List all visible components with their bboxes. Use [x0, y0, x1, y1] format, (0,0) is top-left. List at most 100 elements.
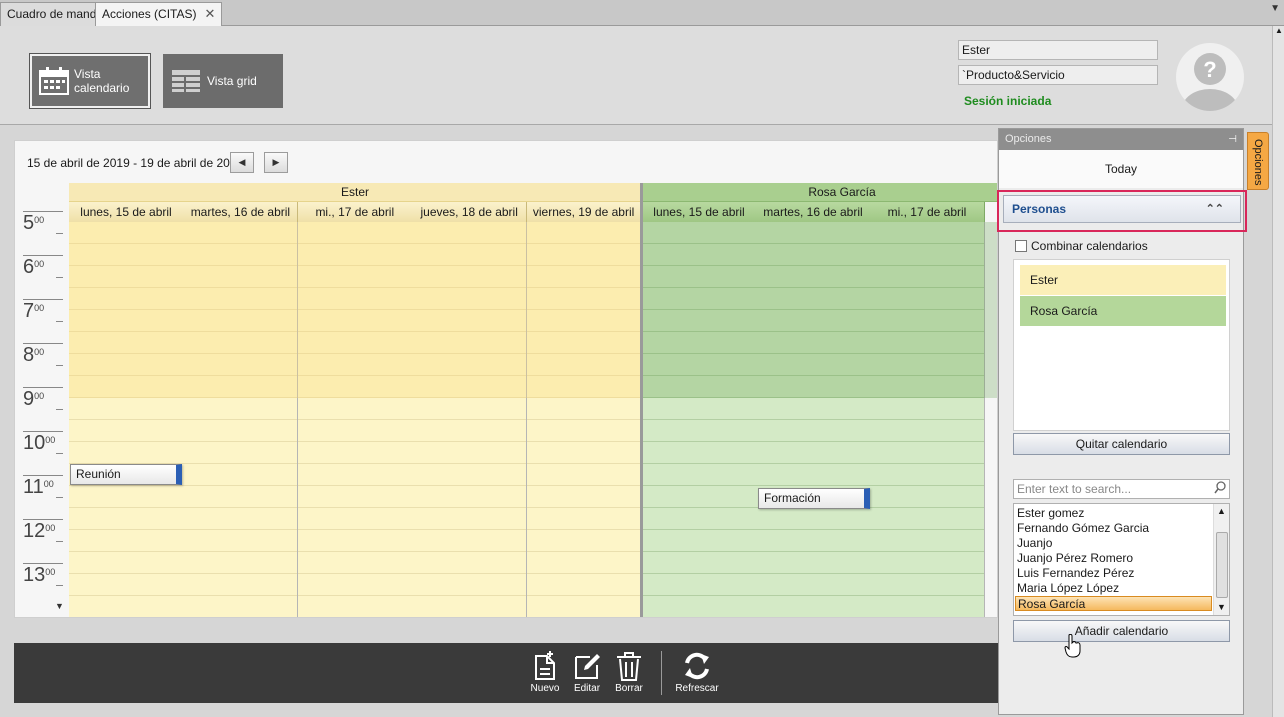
- day-header: martes, 16 de abril: [183, 202, 299, 222]
- hour-label: 500: [23, 211, 63, 235]
- appointment[interactable]: Formación: [758, 488, 870, 509]
- tab-acciones-citas[interactable]: Acciones (CITAS) ✕: [95, 2, 223, 27]
- window-scrollbar[interactable]: ▲: [1272, 26, 1284, 717]
- options-side-tab[interactable]: Opciones: [1247, 132, 1269, 190]
- remove-calendar-button[interactable]: Quitar calendario: [1013, 433, 1230, 455]
- edit-label: Editar: [573, 683, 601, 694]
- delete-button[interactable]: Borrar: [607, 649, 651, 694]
- edit-icon: [565, 649, 609, 683]
- day-column[interactable]: [642, 222, 757, 617]
- session-status: Sesión iniciada: [964, 94, 1052, 108]
- day-header: viernes, 19 de abril: [526, 202, 642, 222]
- calendar-icon: [38, 66, 70, 96]
- search-icon[interactable]: [1214, 481, 1226, 500]
- half-hour-tick: [56, 365, 63, 366]
- collapse-icon[interactable]: ⌃⌃: [1206, 196, 1224, 222]
- scheduler-grid[interactable]: Ester Rosa García lunes, 15 de abril mart…: [69, 183, 997, 617]
- product-service-field[interactable]: `Producto&Servicio: [958, 65, 1158, 85]
- grid-view-button[interactable]: Vista grid: [163, 54, 283, 108]
- people-list-scrollbar[interactable]: ▲ ▼: [1213, 504, 1229, 615]
- person-list-item[interactable]: Maria López López: [1017, 581, 1214, 596]
- minute-value: 00: [45, 567, 56, 577]
- minute-value: 00: [43, 479, 54, 489]
- calendar-item-rosa-garcia[interactable]: Rosa García: [1020, 296, 1226, 326]
- refresh-icon: [675, 649, 719, 683]
- person-list-item[interactable]: Fernando Gómez Garcia: [1017, 521, 1214, 536]
- hour-label: 1300: [23, 563, 63, 587]
- toolbar-separator: [661, 651, 662, 695]
- hour-value: 8: [23, 344, 35, 366]
- pin-icon[interactable]: ⊣: [1228, 129, 1237, 150]
- day-column[interactable]: [69, 222, 184, 617]
- person-list-item[interactable]: Luis Fernandez Pérez: [1017, 566, 1214, 581]
- hour-value: 10: [23, 432, 46, 454]
- calendar-view-button[interactable]: Vista calendario: [29, 53, 151, 109]
- user-field[interactable]: Ester: [958, 40, 1158, 60]
- next-period-button[interactable]: ▶: [264, 152, 288, 173]
- day-header: lunes, 15 de abril: [642, 202, 757, 222]
- resource-header-rosa-garcia: Rosa García: [642, 183, 997, 202]
- hour-value: 5: [23, 212, 35, 234]
- calendar-item-label: Rosa García: [1030, 304, 1098, 318]
- edit-button[interactable]: Editar: [565, 649, 609, 694]
- people-list[interactable]: ▲ ▼ Ester gomez Fernando Gómez Garcia Juan…: [1013, 503, 1230, 616]
- refresh-button[interactable]: Refrescar: [675, 649, 719, 694]
- today-button[interactable]: Today: [999, 150, 1243, 188]
- scroll-down-icon[interactable]: ▼: [1217, 602, 1226, 612]
- options-title-text: Opciones: [1005, 133, 1052, 145]
- personas-section-header[interactable]: Personas ⌃⌃: [1003, 195, 1241, 223]
- scroll-up-icon[interactable]: ▲: [1217, 506, 1226, 516]
- scroll-down-icon[interactable]: ▼: [55, 601, 64, 611]
- grid-view-label: Vista grid: [207, 74, 257, 88]
- minute-value: 00: [45, 523, 56, 533]
- hand-cursor-icon: [1064, 633, 1082, 661]
- hour-value: 7: [23, 300, 35, 322]
- half-hour-tick: [56, 585, 63, 586]
- calendar-panel: 15 de abril de 2019 - 19 de abril de 201…: [14, 140, 998, 618]
- day-header: lunes, 15 de abril: [69, 202, 184, 222]
- day-column[interactable]: [183, 222, 299, 617]
- scrollbar-thumb[interactable]: [1216, 532, 1228, 598]
- person-list-item[interactable]: Ester gomez: [1017, 506, 1214, 521]
- scroll-up-icon[interactable]: ▲: [1275, 26, 1283, 35]
- minute-value: 00: [34, 259, 45, 269]
- tab-label: Cuadro de mando: [7, 7, 104, 21]
- person-list-item[interactable]: Juanjo: [1017, 536, 1214, 551]
- person-list-item[interactable]: Rosa García: [1015, 596, 1212, 611]
- trash-icon: [607, 649, 651, 683]
- calendar-item-ester[interactable]: Ester: [1020, 265, 1226, 295]
- new-label: Nuevo: [530, 683, 560, 694]
- half-hour-tick: [56, 321, 63, 322]
- bottom-toolbar: Nuevo Editar Borrar Refrescar: [14, 643, 998, 703]
- close-icon[interactable]: ✕: [204, 3, 215, 25]
- minute-value: 00: [34, 215, 45, 225]
- time-ruler: 500 600 700 800 900 1000 1100 1200 1300: [15, 211, 69, 617]
- appointment[interactable]: Reunión: [70, 464, 182, 485]
- day-column[interactable]: [412, 222, 528, 617]
- hour-value: 6: [23, 256, 35, 278]
- personas-label: Personas: [1012, 202, 1067, 216]
- day-column[interactable]: [297, 222, 413, 617]
- tab-strip: Cuadro de mando Acciones (CITAS) ✕ ▼: [0, 0, 1284, 27]
- tab-label: Acciones (CITAS): [102, 7, 197, 21]
- tab-cuadro-de-mando[interactable]: Cuadro de mando: [0, 2, 111, 26]
- search-input[interactable]: Enter text to search...: [1013, 479, 1230, 499]
- day-column[interactable]: [870, 222, 985, 617]
- options-title: Opciones ⊣: [999, 129, 1243, 150]
- day-column[interactable]: [756, 222, 871, 617]
- hour-label: 1000: [23, 431, 63, 455]
- new-button[interactable]: Nuevo: [523, 649, 567, 694]
- checkbox-icon[interactable]: [1015, 240, 1027, 252]
- chevron-right-icon: ▶: [272, 157, 280, 167]
- person-list-item[interactable]: Juanjo Pérez Romero: [1017, 551, 1214, 566]
- calendar-item-label: Ester: [1030, 273, 1059, 287]
- combine-calendars-checkbox[interactable]: Combinar calendarios: [1015, 239, 1148, 253]
- unknown-user-avatar-icon: ?: [1176, 43, 1244, 111]
- previous-period-button[interactable]: ◀: [230, 152, 254, 173]
- add-calendar-button[interactable]: Añadir calendario: [1013, 620, 1230, 642]
- minute-value: 00: [34, 347, 45, 357]
- day-column[interactable]: [526, 222, 642, 617]
- chevron-down-icon[interactable]: ▼: [1270, 3, 1280, 14]
- options-side-tab-label: Opciones: [1252, 139, 1264, 186]
- calendar-view-label: Vista calendario: [74, 67, 130, 95]
